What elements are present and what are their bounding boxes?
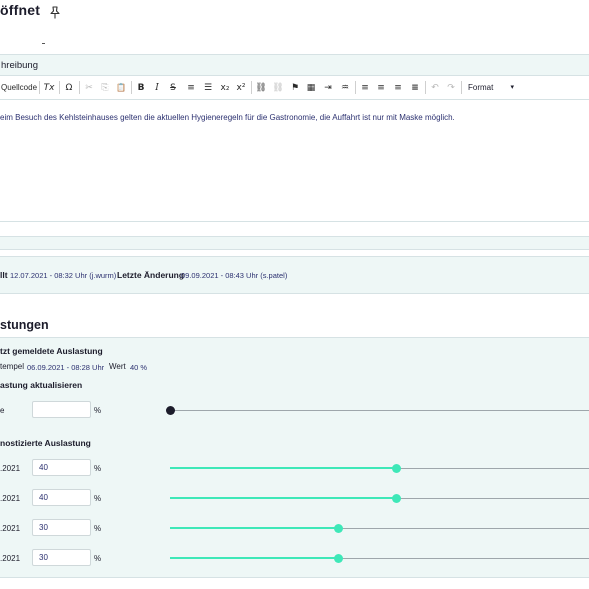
format-select[interactable]: Format ▾	[462, 80, 518, 95]
forecast-input[interactable]: 30	[32, 519, 91, 536]
forecast-heading: nostizierte Auslastung	[0, 438, 91, 448]
percent-unit: %	[94, 406, 102, 415]
toolbar-separator	[39, 81, 40, 94]
load-panel: tzt gemeldete Auslastung tempel 06.09.20…	[0, 337, 589, 578]
pin-icon[interactable]	[47, 5, 63, 21]
table-icon[interactable]: ▦	[304, 81, 318, 95]
slider-thumb[interactable]	[166, 406, 175, 415]
divider-mark	[42, 43, 45, 44]
forecast-slider[interactable]	[170, 464, 589, 473]
format-select-label: Format	[468, 83, 494, 92]
forecast-input[interactable]: 40	[32, 459, 91, 476]
strikethrough-icon[interactable]: S	[167, 81, 179, 95]
forecast-row-label: .2021	[0, 554, 21, 563]
ordered-list-icon[interactable]: ≡	[184, 81, 198, 95]
anchor-flag-icon[interactable]: ⚑	[288, 81, 302, 95]
page-title: öffnet	[0, 2, 41, 18]
update-load-input[interactable]	[32, 401, 91, 418]
undo-icon[interactable]: ↶	[428, 81, 442, 95]
copy-icon[interactable]: ⎘	[98, 81, 112, 95]
toolbar-separator	[79, 81, 80, 94]
percent-unit: %	[94, 464, 102, 473]
forecast-slider[interactable]	[170, 494, 589, 503]
editor-label: hreibung	[0, 55, 589, 76]
bold-icon[interactable]: B	[135, 81, 147, 95]
slider-fill	[170, 467, 396, 469]
slider-fill	[170, 497, 396, 499]
superscript-icon[interactable]: x²	[234, 81, 248, 95]
forecast-slider[interactable]	[170, 554, 589, 563]
forecast-input[interactable]: 30	[32, 549, 91, 566]
section-title: stungen	[0, 318, 49, 332]
forecast-row-label: .2021	[0, 464, 21, 473]
editor-status-bar	[0, 236, 589, 250]
timestamp-value: 06.09.2021 - 08:28 Uhr	[27, 363, 105, 372]
title-row: öffnet	[0, 0, 589, 24]
align-right-icon[interactable]: ≡	[391, 81, 405, 95]
toolbar-separator	[59, 81, 60, 94]
clear-format-icon[interactable]: Tx	[42, 81, 56, 95]
redo-icon[interactable]: ↷	[444, 81, 458, 95]
italic-icon[interactable]: I	[151, 81, 163, 95]
subscript-icon[interactable]: x₂	[218, 81, 232, 95]
percent-unit: %	[94, 554, 102, 563]
forecast-row-label: .2021	[0, 524, 21, 533]
slider-thumb[interactable]	[334, 524, 343, 533]
editor-toolbar: Quellcode Tx Ω ✂ ⎘ 📋 B I S ≡ ☰ x₂ x² ⛓ ⛓…	[0, 76, 589, 100]
description-editor: hreibung Quellcode Tx Ω ✂ ⎘ 📋 B I S ≡ ☰ …	[0, 54, 589, 222]
update-load-slider[interactable]	[166, 406, 589, 415]
forecast-row-label: .2021	[0, 494, 21, 503]
editor-content[interactable]: eim Besuch des Kehlsteinhauses gelten di…	[0, 100, 589, 221]
forecast-slider[interactable]	[170, 524, 589, 533]
percent-unit: %	[94, 494, 102, 503]
toolbar-separator	[131, 81, 132, 94]
align-center-icon[interactable]: ≡	[374, 81, 388, 95]
slider-thumb[interactable]	[392, 464, 401, 473]
slider-thumb[interactable]	[392, 494, 401, 503]
update-heading: astung aktualisieren	[0, 380, 83, 390]
align-left-icon[interactable]: ≡	[358, 81, 372, 95]
timestamp-label: tempel	[0, 362, 25, 371]
toolbar-separator	[425, 81, 426, 94]
unlink-icon[interactable]: ⛓	[271, 81, 285, 95]
toolbar-separator	[355, 81, 356, 94]
created-value: 12.07.2021 - 08:32 Uhr (j.wurm)	[10, 271, 117, 280]
value-value: 40 %	[130, 363, 148, 372]
value-label: Wert	[109, 362, 126, 371]
update-row-label: e	[0, 406, 5, 415]
justify-icon[interactable]: ≡	[408, 81, 422, 95]
percent-unit: %	[94, 524, 102, 533]
special-chars-icon[interactable]: ♒	[338, 81, 352, 95]
paste-icon[interactable]: 📋	[114, 81, 128, 95]
toolbar-separator	[251, 81, 252, 94]
chevron-down-icon: ▾	[510, 84, 514, 91]
changed-value: 09.09.2021 - 08:43 Uhr (s.patel)	[181, 271, 288, 280]
meta-info-panel: llt 12.07.2021 - 08:32 Uhr (j.wurm) Letz…	[0, 256, 589, 294]
bullet-list-icon[interactable]: ☰	[201, 81, 215, 95]
slider-fill	[170, 527, 338, 529]
indent-icon[interactable]: ⇥	[321, 81, 335, 95]
changed-label: Letzte Änderung	[117, 270, 185, 280]
link-icon[interactable]: ⛓	[254, 81, 268, 95]
created-label: llt	[0, 270, 8, 280]
slider-fill	[170, 557, 338, 559]
slider-thumb[interactable]	[334, 554, 343, 563]
omega-icon[interactable]: Ω	[62, 81, 76, 95]
forecast-input[interactable]: 40	[32, 489, 91, 506]
reported-heading: tzt gemeldete Auslastung	[0, 346, 103, 356]
source-button[interactable]: Quellcode	[1, 81, 37, 95]
cut-icon[interactable]: ✂	[82, 81, 96, 95]
